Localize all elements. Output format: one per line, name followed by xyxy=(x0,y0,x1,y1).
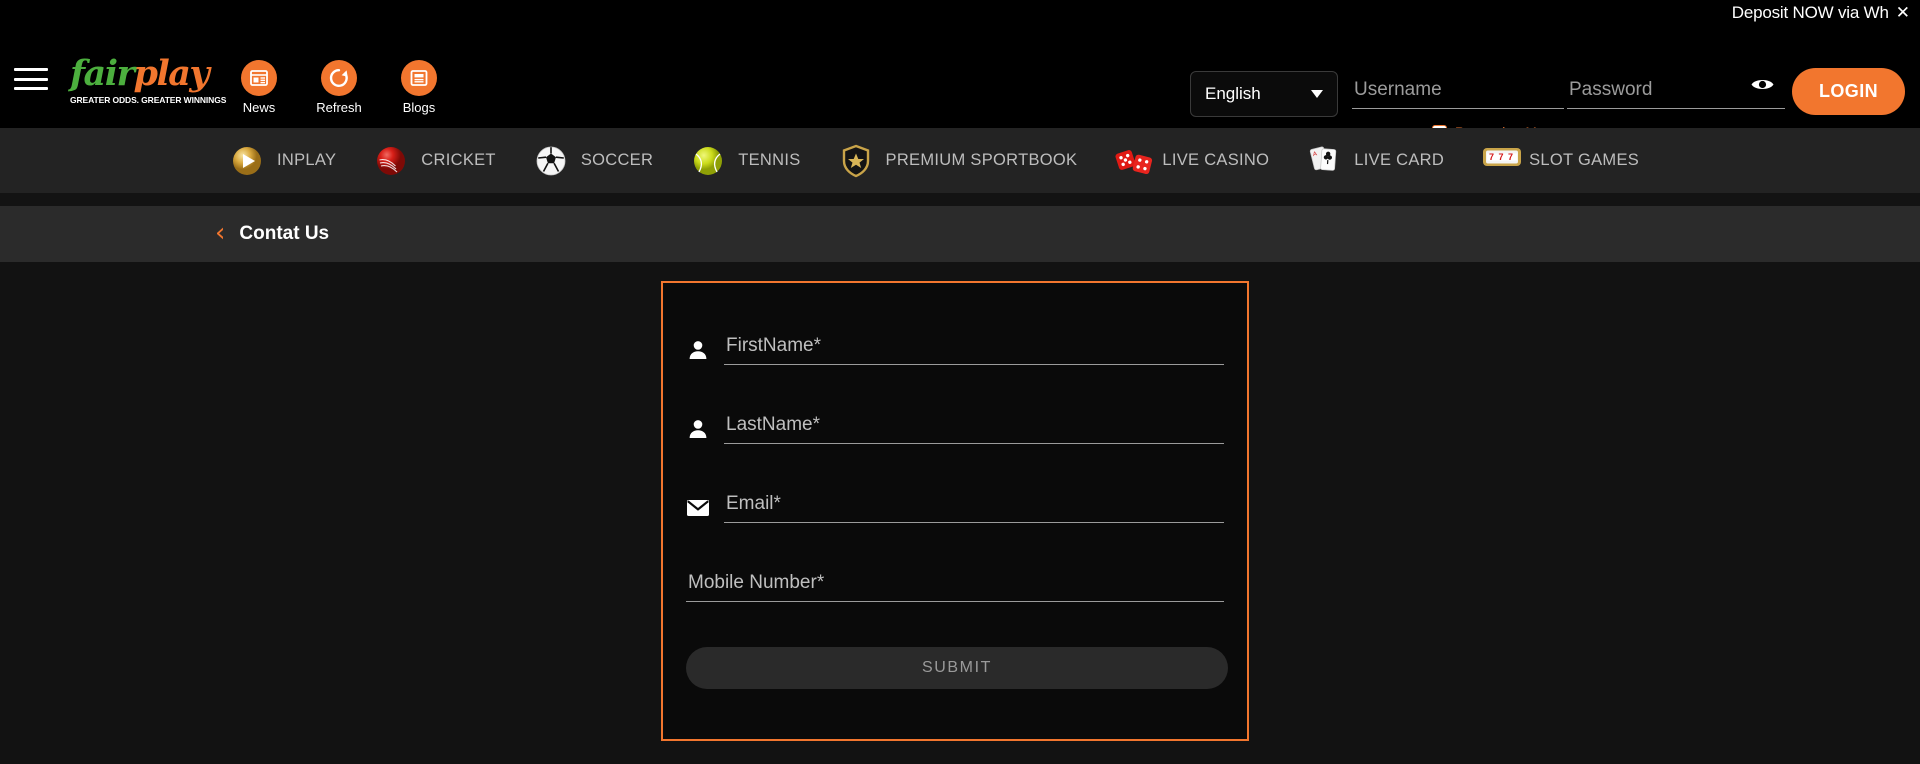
person-icon xyxy=(686,335,712,365)
brand-name-part2: play xyxy=(133,53,209,94)
language-select[interactable]: English xyxy=(1190,71,1338,117)
brand-name-part1: fair xyxy=(70,53,135,94)
envelope-icon xyxy=(686,493,712,523)
promo-text: Deposit NOW via Wh xyxy=(1731,3,1889,22)
nav-item-label: SLOT GAMES xyxy=(1529,151,1640,169)
login-button[interactable]: LOGIN xyxy=(1792,68,1905,115)
brand-wordmark: fairplay xyxy=(70,53,210,94)
form-row-lastname xyxy=(686,410,1224,444)
svg-text:7: 7 xyxy=(1499,152,1504,162)
svg-text:7: 7 xyxy=(1508,152,1513,162)
person-icon xyxy=(686,414,712,444)
svg-text:7: 7 xyxy=(1489,152,1494,162)
lastname-input[interactable] xyxy=(724,410,1224,444)
username-input[interactable] xyxy=(1352,71,1564,109)
promo-banner: Deposit NOW via Wh ✕ xyxy=(0,0,1920,26)
form-row-mobile xyxy=(686,568,1224,602)
news-icon xyxy=(241,60,277,96)
quick-link-label: News xyxy=(242,100,276,115)
form-row-firstname xyxy=(686,331,1224,365)
eye-icon[interactable] xyxy=(1750,76,1775,93)
nav-item-label: TENNIS xyxy=(738,151,801,169)
nav-item-soccer[interactable]: SOCCER xyxy=(532,142,653,180)
nav-item-cricket[interactable]: CRICKET xyxy=(372,142,496,180)
nav-item-live-card[interactable]: A LIVE CARD xyxy=(1305,142,1444,180)
sports-nav: INPLAY CRICKET SOCCER TENNIS PREMIUM SPO… xyxy=(0,128,1920,193)
soccer-ball-icon xyxy=(532,142,570,180)
nav-item-tennis[interactable]: TENNIS xyxy=(689,142,800,180)
slot-machine-icon: 7 7 7 xyxy=(1480,142,1522,180)
dice-icon xyxy=(1113,142,1153,180)
nav-item-slot-games[interactable]: 7 7 7 SLOT GAMES xyxy=(1480,142,1639,180)
shield-star-icon xyxy=(837,142,875,180)
chevron-left-icon[interactable]: ‹ xyxy=(215,220,225,246)
language-select-value: English xyxy=(1205,84,1261,103)
hamburger-menu-icon[interactable] xyxy=(14,66,48,92)
nav-item-label: INPLAY xyxy=(277,151,337,169)
firstname-input[interactable] xyxy=(724,331,1224,365)
close-icon[interactable]: ✕ xyxy=(1896,4,1910,22)
quick-links: News Refresh Blogs xyxy=(232,60,446,115)
page-title: Contat Us xyxy=(239,223,330,244)
nav-item-label: SOCCER xyxy=(580,151,654,169)
submit-button[interactable]: SUBMIT xyxy=(686,647,1228,689)
form-row-email xyxy=(686,489,1224,523)
nav-divider xyxy=(0,193,1920,206)
tennis-ball-icon xyxy=(689,142,727,180)
quick-link-news[interactable]: News xyxy=(232,60,286,115)
refresh-icon xyxy=(321,60,357,96)
mobile-number-input[interactable] xyxy=(686,568,1224,602)
quick-link-label: Blogs xyxy=(402,100,436,115)
blogs-icon xyxy=(401,60,437,96)
email-input[interactable] xyxy=(724,489,1224,523)
contact-form: SUBMIT xyxy=(661,281,1249,741)
nav-item-inplay[interactable]: INPLAY xyxy=(228,142,336,180)
breadcrumb: ‹ Contat Us xyxy=(0,206,1920,262)
nav-item-live-casino[interactable]: LIVE CASINO xyxy=(1113,142,1269,180)
nav-item-label: PREMIUM SPORTBOOK xyxy=(885,151,1078,169)
chevron-down-icon xyxy=(1311,90,1323,98)
nav-item-label: CRICKET xyxy=(421,151,496,169)
playing-cards-icon: A xyxy=(1305,142,1343,180)
quick-link-refresh[interactable]: Refresh xyxy=(312,60,366,115)
quick-link-blogs[interactable]: Blogs xyxy=(392,60,446,115)
quick-link-label: Refresh xyxy=(316,100,362,115)
nav-item-label: LIVE CARD xyxy=(1354,151,1445,169)
nav-item-premium-sportbook[interactable]: PREMIUM SPORTBOOK xyxy=(837,142,1078,180)
brand-logo[interactable]: fairplay GREATER ODDS. GREATER WINNINGS xyxy=(70,53,227,106)
cricket-ball-icon xyxy=(372,142,410,180)
site-header: fairplay GREATER ODDS. GREATER WINNINGS … xyxy=(0,26,1920,140)
inplay-icon xyxy=(228,142,266,180)
page-root: Deposit NOW via Wh ✕ fairplay GREATER OD… xyxy=(0,0,1920,764)
nav-item-label: LIVE CASINO xyxy=(1162,151,1270,169)
brand-tagline: GREATER ODDS. GREATER WINNINGS xyxy=(70,95,227,105)
